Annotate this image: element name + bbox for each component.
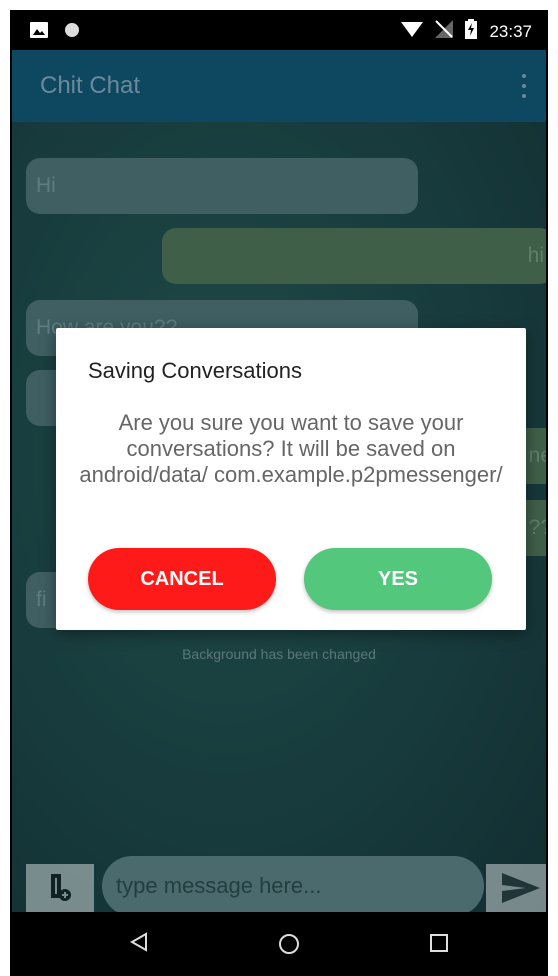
dialog-title: Saving Conversations [88, 358, 303, 383]
yes-button[interactable]: YES [304, 548, 492, 610]
send-button[interactable] [486, 864, 546, 912]
navigation-bar [12, 912, 546, 976]
circle-icon [64, 22, 80, 43]
message-input[interactable] [102, 856, 484, 912]
send-icon [502, 872, 540, 908]
no-sim-icon [435, 20, 454, 43]
battery-charging-icon [465, 19, 478, 44]
recents-icon[interactable] [430, 934, 448, 957]
background-changed-toast: Background has been changed [182, 646, 376, 662]
screen: 23:37 Chit Chat Hi hi How are you?? ne ?… [12, 10, 546, 976]
attach-file-icon [49, 873, 71, 907]
message-bubble-outgoing: hi [162, 228, 546, 284]
attach-button[interactable] [26, 864, 94, 912]
clock-time: 23:37 [489, 21, 532, 41]
device-frame: 23:37 Chit Chat Hi hi How are you?? ne ?… [10, 10, 548, 976]
save-conversations-dialog: Saving Conversations Are you sure you wa… [56, 328, 526, 630]
message-bubble-incoming: Hi [26, 158, 418, 214]
back-icon[interactable] [129, 932, 148, 957]
overflow-menu-icon[interactable] [518, 74, 530, 98]
dialog-message: Are you sure you want to save your conve… [79, 410, 503, 487]
image-icon [30, 22, 48, 43]
home-icon[interactable] [278, 933, 300, 960]
app-title: Chit Chat [40, 72, 141, 99]
app-bar: Chit Chat [12, 50, 546, 122]
cancel-button[interactable]: CANCEL [88, 548, 276, 610]
wifi-icon [401, 20, 424, 43]
status-bar: 23:37 [12, 10, 546, 50]
